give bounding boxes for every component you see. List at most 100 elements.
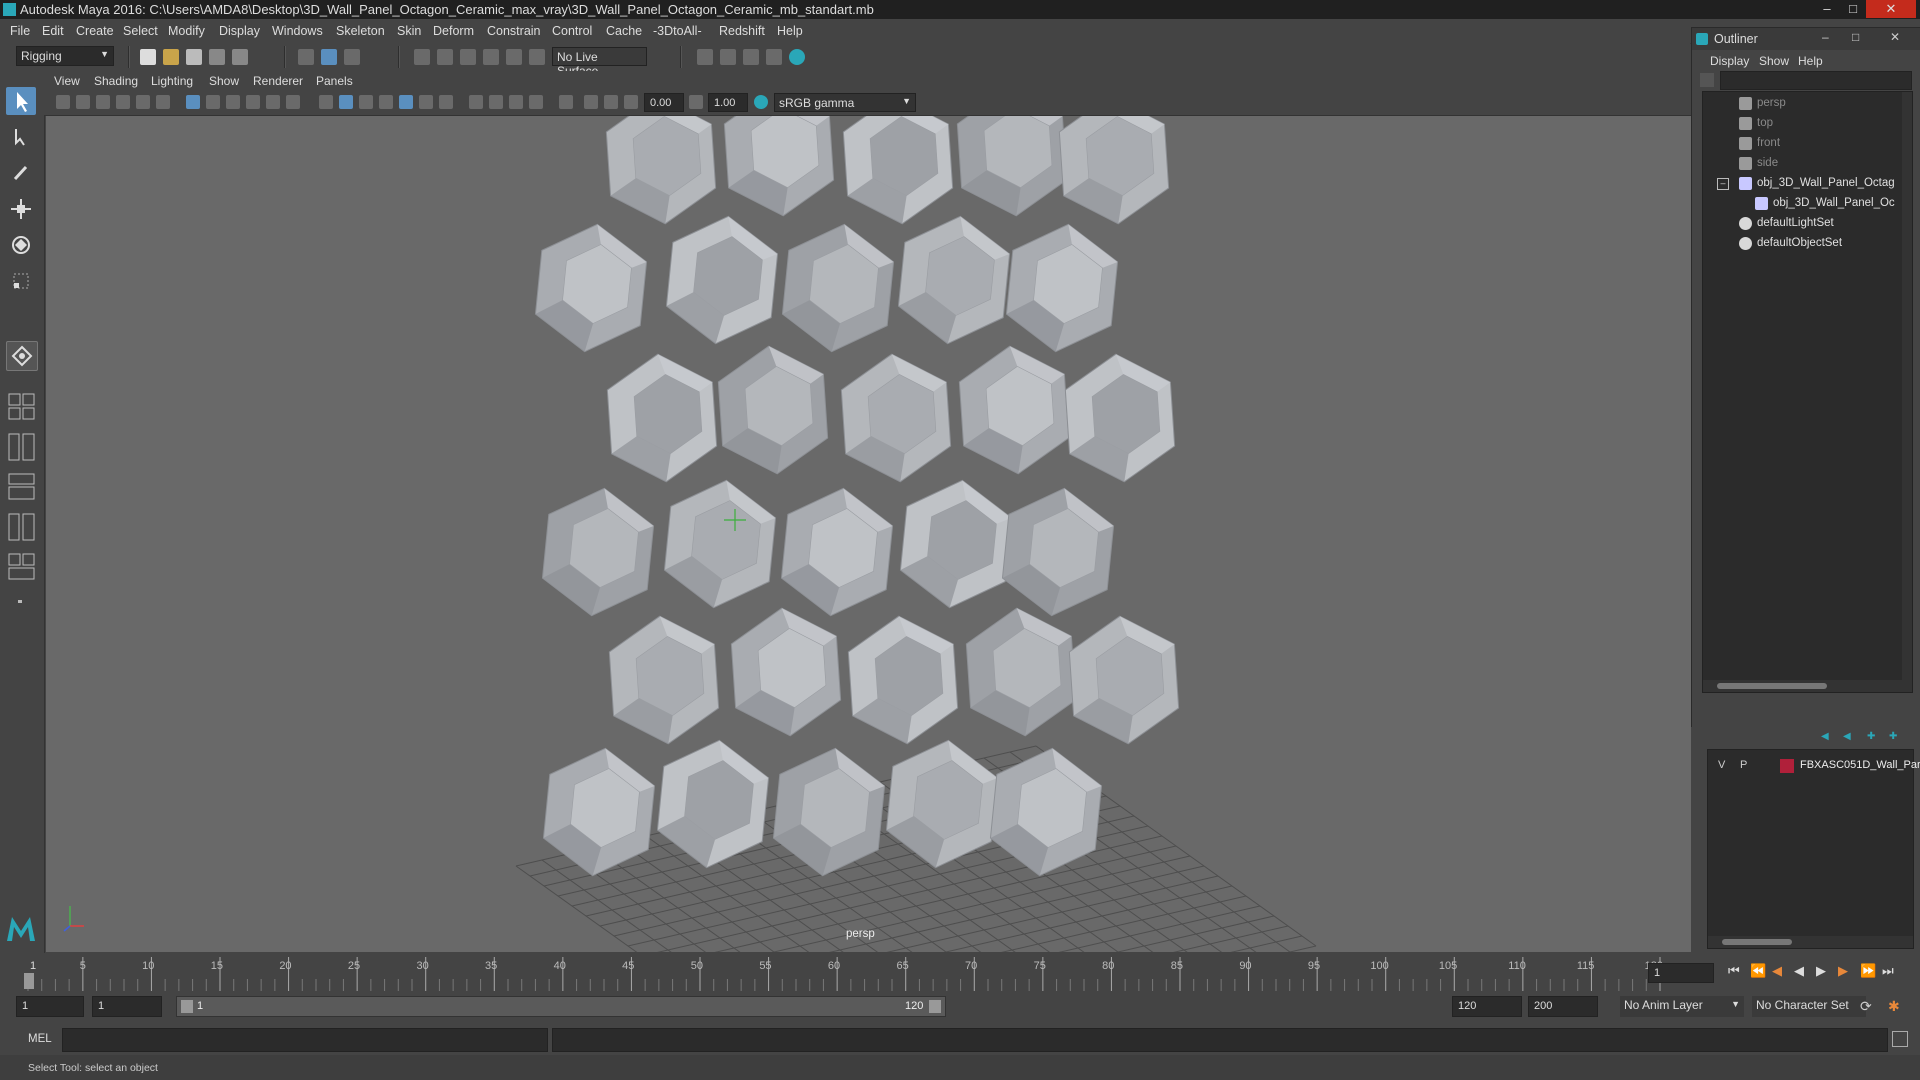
menu-modify[interactable]: Modify (168, 24, 205, 38)
snap-view-plane-icon[interactable] (483, 49, 499, 65)
hex-tile[interactable] (956, 116, 1068, 217)
hex-tile[interactable] (1064, 353, 1176, 483)
hex-tile[interactable] (840, 353, 952, 483)
play-forward-icon[interactable]: ▶ (1816, 963, 1826, 979)
hex-tile[interactable] (534, 223, 648, 353)
current-frame-field[interactable]: 1 (1648, 963, 1714, 983)
layer-row[interactable]: V P FBXASC051D_Wall_Par (1708, 756, 1920, 776)
time-slider[interactable]: 1 5 10 15 20 25 30 35 40 45 50 55 60 65 70 75 80 85 90 95 10… (0, 953, 1920, 993)
save-scene-icon[interactable] (186, 49, 202, 65)
hex-tile[interactable] (665, 215, 779, 345)
current-time-marker[interactable] (24, 973, 34, 989)
snap-magnet-icon[interactable] (529, 49, 545, 65)
hex-tile[interactable] (656, 739, 770, 869)
hex-tile[interactable] (781, 223, 895, 353)
camera-icon[interactable] (56, 95, 70, 109)
select-by-hierarchy-icon[interactable] (298, 49, 314, 65)
exposure-icon[interactable] (624, 95, 638, 109)
auto-key-icon[interactable]: ⟳ (1860, 998, 1878, 1016)
rotate-tool-icon[interactable] (6, 231, 36, 259)
hex-tile[interactable] (542, 747, 656, 877)
outliner-item[interactable]: front (1703, 134, 1912, 154)
render-current-icon[interactable] (743, 49, 759, 65)
xray-icon[interactable] (399, 95, 413, 109)
outliner-horizontal-scrollbar[interactable] (1703, 680, 1902, 692)
menu-constrain[interactable]: Constrain (487, 24, 541, 38)
outliner-menu-show[interactable]: Show (1759, 54, 1789, 68)
layout-two-panes-icon[interactable] (6, 431, 36, 465)
play-back-icon[interactable]: ◀ (1794, 963, 1804, 979)
maximize-button[interactable]: □ (1840, 0, 1866, 18)
panel-menu-panels[interactable]: Panels (316, 74, 353, 88)
grid-icon[interactable] (186, 95, 200, 109)
gamma-icon[interactable] (689, 95, 703, 109)
layout-graph-icon[interactable] (6, 511, 36, 545)
minimize-button[interactable]: – (1814, 0, 1840, 18)
hex-tile[interactable] (1058, 116, 1170, 225)
outliner-vertical-scrollbar[interactable] (1902, 92, 1912, 692)
playback-end-field[interactable]: 120 (1452, 996, 1522, 1017)
render-settings-icon[interactable] (697, 49, 713, 65)
move-layer-up-icon[interactable]: ◀ (1821, 731, 1829, 742)
outliner-item[interactable]: defaultObjectSet (1703, 234, 1912, 254)
use-default-material-icon[interactable] (359, 95, 373, 109)
menu-redshift[interactable]: Redshift (719, 24, 765, 38)
motion-blur-icon[interactable] (489, 95, 503, 109)
select-tool-icon[interactable] (6, 87, 36, 115)
menu-create[interactable]: Create (76, 24, 114, 38)
range-end-handle[interactable] (929, 1000, 941, 1013)
hex-tile[interactable] (1001, 487, 1115, 617)
resolution-gate-icon[interactable] (226, 95, 240, 109)
panel-menu-renderer[interactable]: Renderer (253, 74, 303, 88)
time-ruler[interactable]: 1 5 10 15 20 25 30 35 40 45 50 55 60 65 70 75 80 85 90 95 10… (20, 953, 1680, 993)
layer-playback-toggle[interactable]: P (1740, 759, 1747, 771)
snap-point-icon[interactable] (460, 49, 476, 65)
color-management-icon[interactable] (754, 95, 768, 109)
layer-scrollbar[interactable] (1708, 936, 1913, 948)
command-input[interactable] (62, 1028, 548, 1052)
snap-curve-icon[interactable] (437, 49, 453, 65)
hex-tile[interactable] (772, 747, 886, 877)
film-gate-icon[interactable] (206, 95, 220, 109)
outliner-search-input[interactable] (1720, 71, 1912, 90)
color-space-dropdown[interactable]: sRGB gamma ▼ (774, 93, 916, 112)
hex-tile[interactable] (958, 345, 1070, 475)
depth-of-field-icon[interactable] (529, 95, 543, 109)
outliner-menu-display[interactable]: Display (1710, 54, 1749, 68)
scrollbar-thumb[interactable] (1722, 939, 1792, 945)
move-layer-down-icon[interactable]: ◀ (1843, 731, 1851, 742)
step-back-frame-icon[interactable]: ◀ (1772, 963, 1782, 979)
hex-tile[interactable] (1068, 615, 1180, 745)
hex-tile[interactable] (899, 479, 1013, 609)
outliner-item[interactable]: defaultLightSet (1703, 214, 1912, 234)
range-slider[interactable]: 1 120 (176, 996, 946, 1017)
filter-icon[interactable] (1700, 73, 1714, 87)
wireframe-icon[interactable] (319, 95, 333, 109)
outliner-minimize-button[interactable]: – (1822, 30, 1829, 44)
render-view-icon[interactable] (720, 49, 736, 65)
menu-file[interactable]: File (10, 24, 30, 38)
xray-joints-icon[interactable] (584, 95, 598, 109)
animation-end-field[interactable]: 200 (1528, 996, 1598, 1017)
new-layer-icon[interactable]: ✚ (1867, 731, 1875, 742)
shadows-icon[interactable] (439, 95, 453, 109)
scrollbar-thumb[interactable] (1717, 683, 1827, 689)
layer-visibility-toggle[interactable]: V (1718, 759, 1725, 771)
redo-icon[interactable] (232, 49, 248, 65)
lasso-tool-icon[interactable] (6, 123, 36, 151)
new-scene-icon[interactable] (140, 49, 156, 65)
move-tool-icon[interactable] (6, 195, 36, 223)
command-language-label[interactable]: MEL (28, 1033, 52, 1045)
animation-prefs-icon[interactable]: ✱ (1888, 998, 1906, 1016)
mode-dropdown[interactable]: Rigging ▼ (16, 46, 114, 66)
bookmark-icon[interactable] (96, 95, 110, 109)
menu-display[interactable]: Display (219, 24, 260, 38)
step-back-key-icon[interactable]: ⏪ (1750, 963, 1766, 979)
hex-tile[interactable] (965, 607, 1077, 737)
hex-tile[interactable] (885, 739, 999, 869)
hex-tile[interactable] (608, 615, 720, 745)
hex-tile[interactable] (663, 479, 777, 609)
hex-tile[interactable] (605, 116, 717, 225)
menu-edit[interactable]: Edit (42, 24, 64, 38)
playback-start-field[interactable]: 1 (92, 996, 162, 1017)
